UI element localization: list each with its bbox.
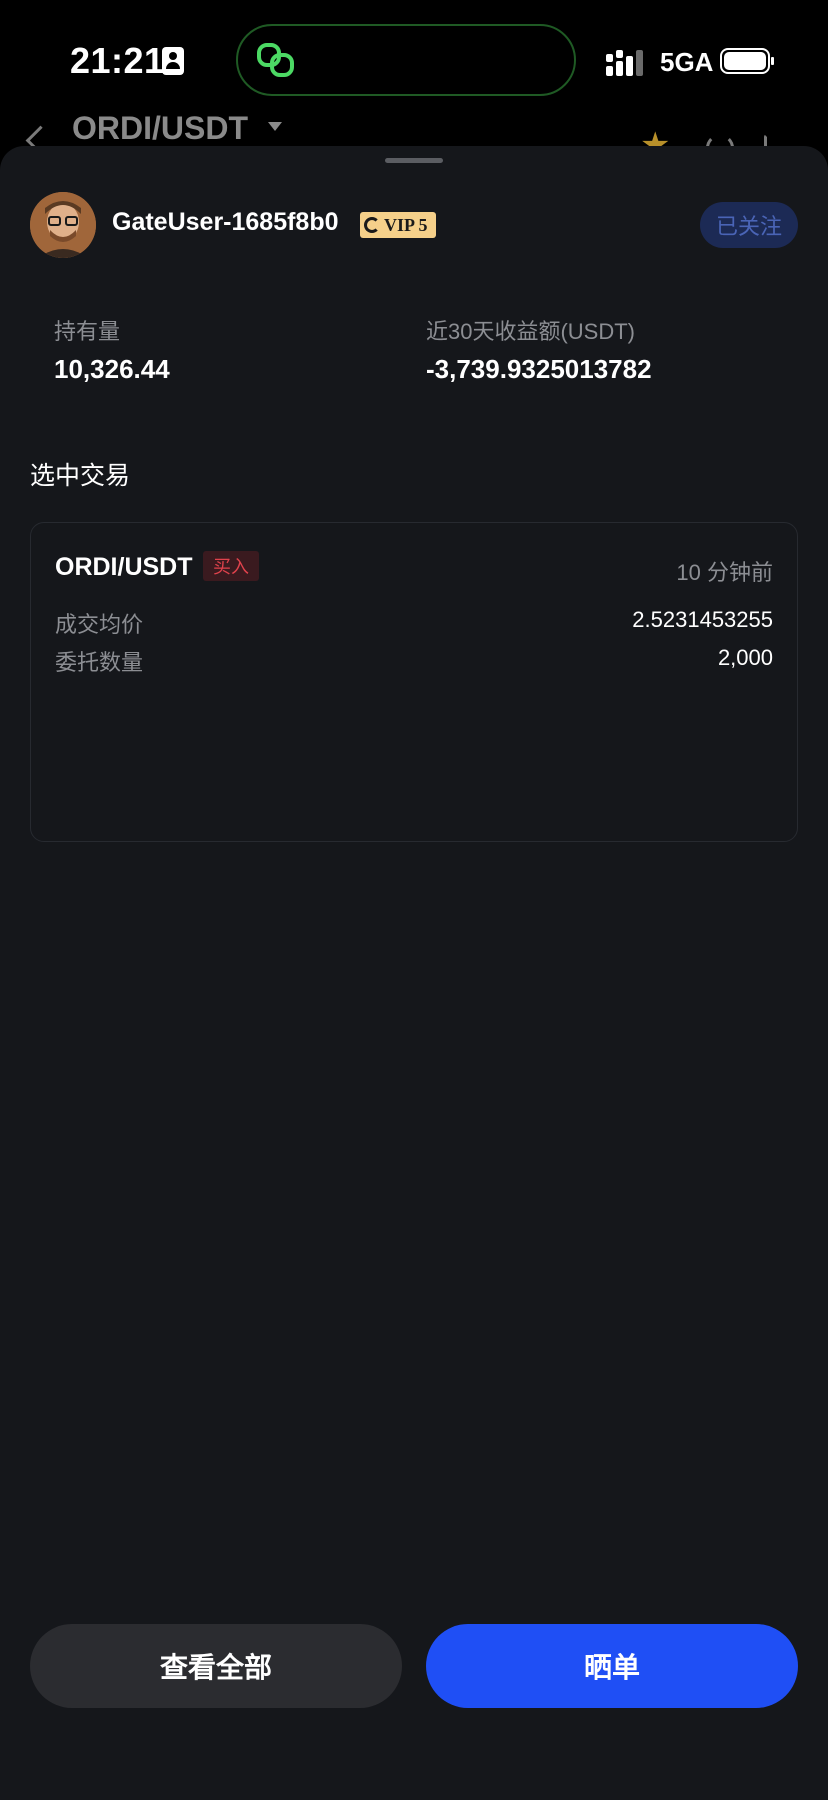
- screen: 21:21 5GA ORDI/USDT ★ GateUser-1685f8b0 …: [0, 0, 828, 1800]
- trade-pair: ORDI/USDT: [55, 553, 193, 581]
- signal-icon: [606, 50, 643, 76]
- avg-price-value: 2.5231453255: [632, 607, 773, 632]
- trade-time: 10 分钟前: [676, 560, 773, 585]
- share-order-button[interactable]: 晒单: [426, 1624, 798, 1708]
- trade-card: ORDI/USDT 买入 10 分钟前 成交均价 2.5231453255 委托…: [30, 522, 798, 842]
- trade-detail-sheet: GateUser-1685f8b0 VIP 5 已关注 持有量 10,326.4…: [0, 146, 828, 1800]
- avg-price-label: 成交均价: [55, 612, 144, 637]
- network-type: 5GA: [660, 47, 714, 77]
- battery-icon: [720, 48, 774, 74]
- caret-down-icon[interactable]: [268, 122, 282, 131]
- avatar[interactable]: [30, 192, 96, 258]
- order-qty-value: 2,000: [717, 645, 773, 670]
- background-pair-title[interactable]: ORDI/USDT: [72, 110, 248, 147]
- username[interactable]: GateUser-1685f8b0: [112, 208, 339, 237]
- status-time: 21:21: [70, 40, 165, 81]
- view-all-button[interactable]: 查看全部: [30, 1624, 402, 1708]
- pnl-value: -3,739.9325013782: [426, 354, 652, 384]
- dynamic-island: [236, 24, 576, 96]
- vip-level: VIP 5: [384, 214, 428, 235]
- link-icon: [257, 43, 294, 77]
- avatar-image: [30, 192, 96, 258]
- holding-label: 持有量: [54, 319, 121, 344]
- gate-logo-icon: [364, 217, 380, 233]
- drag-handle[interactable]: [385, 158, 443, 163]
- vip-badge: VIP 5: [360, 212, 436, 238]
- trade-side-badge: 买入: [203, 551, 259, 581]
- follow-button[interactable]: 已关注: [700, 202, 798, 248]
- pnl-label: 近30天收益额(USDT): [426, 319, 636, 344]
- holding-value: 10,326.44: [54, 354, 170, 384]
- order-qty-label: 委托数量: [55, 650, 144, 675]
- contact-card-icon: [162, 47, 184, 75]
- section-title: 选中交易: [30, 462, 131, 490]
